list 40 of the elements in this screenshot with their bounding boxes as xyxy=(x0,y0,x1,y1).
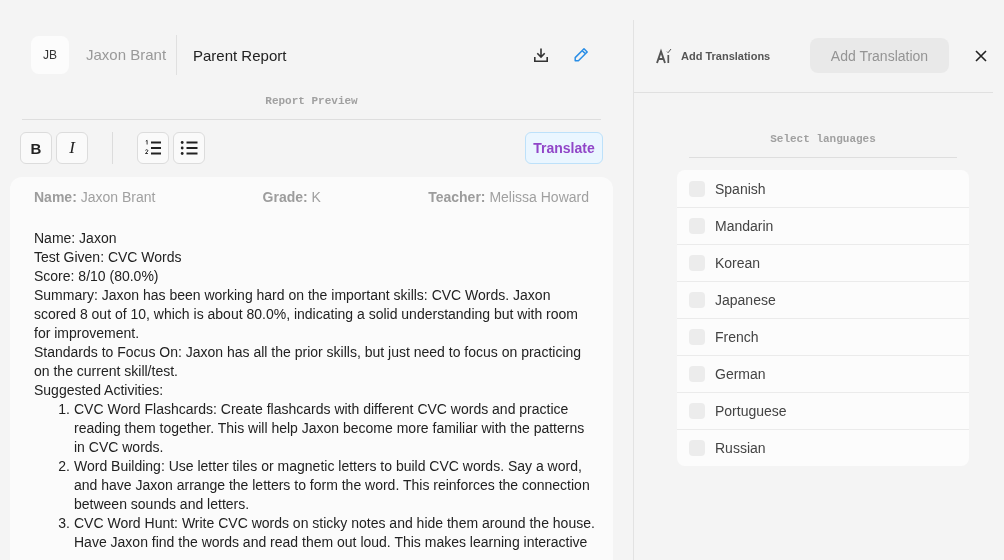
report-text: Score: 8/10 (80.0%) xyxy=(34,267,160,286)
report-text: Name: Jaxon xyxy=(34,229,118,248)
language-option[interactable]: Russian xyxy=(677,429,969,466)
bullet-list-button[interactable] xyxy=(173,132,205,164)
report-text: Summary: Jaxon has been working hard on the important skills: CVC Words. Jaxon scored 8 out of 10, which is about 80.0%, indicating a solid understanding but with room for improvement. xyxy=(34,286,579,343)
list-number: 2. xyxy=(57,457,70,476)
report-title: Parent Report xyxy=(193,46,287,64)
numbered-list-button[interactable] xyxy=(137,132,169,164)
report-text: Suggested Activities: xyxy=(34,381,165,400)
language-option[interactable]: French xyxy=(677,318,969,355)
initials-avatar: JB xyxy=(31,36,69,74)
bold-button[interactable]: B xyxy=(20,132,52,164)
student-name: Jaxon Brant xyxy=(86,46,167,63)
list-number: 1. xyxy=(57,400,70,419)
language-option[interactable]: Portuguese xyxy=(677,392,969,429)
numbered-list-icon xyxy=(144,139,162,157)
download-icon[interactable] xyxy=(533,47,549,63)
panel-title: Add Translations xyxy=(681,49,771,62)
select-languages-heading: Select languages xyxy=(770,132,876,146)
report-text: Test Given: CVC Words xyxy=(34,248,183,267)
report-detail: Grade: K xyxy=(262,188,321,207)
language-option[interactable]: Japanese xyxy=(677,281,969,318)
language-option[interactable]: Spanish xyxy=(677,170,969,207)
italic-button[interactable]: I xyxy=(56,132,88,164)
activity-text: CVC Word Hunt: Write CVC words on sticky notes and hide them around the house. Have Jaxon find the words and read them out loud. This makes learning interactive xyxy=(74,514,595,552)
activity-text: CVC Word Flashcards: Create flashcards with different CVC words and practice reading them together. This will help Jaxon become more familiar with the patterns in CVC words. xyxy=(74,400,586,457)
activity-text: Word Building: Use letter tiles or magnetic letters to build CVC words. Say a word, and have Jaxon arrange the letters to form the word. This reinforces the connection between sounds and letters. xyxy=(74,457,591,514)
language-option[interactable]: Korean xyxy=(677,244,969,281)
list-number: 3. xyxy=(57,514,70,533)
pencil-icon[interactable] xyxy=(573,47,589,63)
translate-icon xyxy=(656,47,672,64)
bullet-list-icon xyxy=(180,139,198,157)
report-preview-heading: Report Preview xyxy=(265,94,358,108)
translate-button[interactable]: Translate xyxy=(525,132,603,164)
report-detail: Teacher: Melissa Howard xyxy=(428,188,589,207)
close-icon[interactable] xyxy=(975,49,987,62)
language-option[interactable]: German xyxy=(677,355,969,392)
report-text: Standards to Focus On: Jaxon has all the prior skills, but just need to focus on practicing on the current skill/test. xyxy=(34,343,583,381)
language-option[interactable]: Mandarin xyxy=(677,207,969,244)
report-detail: Name: Jaxon Brant xyxy=(34,188,156,207)
